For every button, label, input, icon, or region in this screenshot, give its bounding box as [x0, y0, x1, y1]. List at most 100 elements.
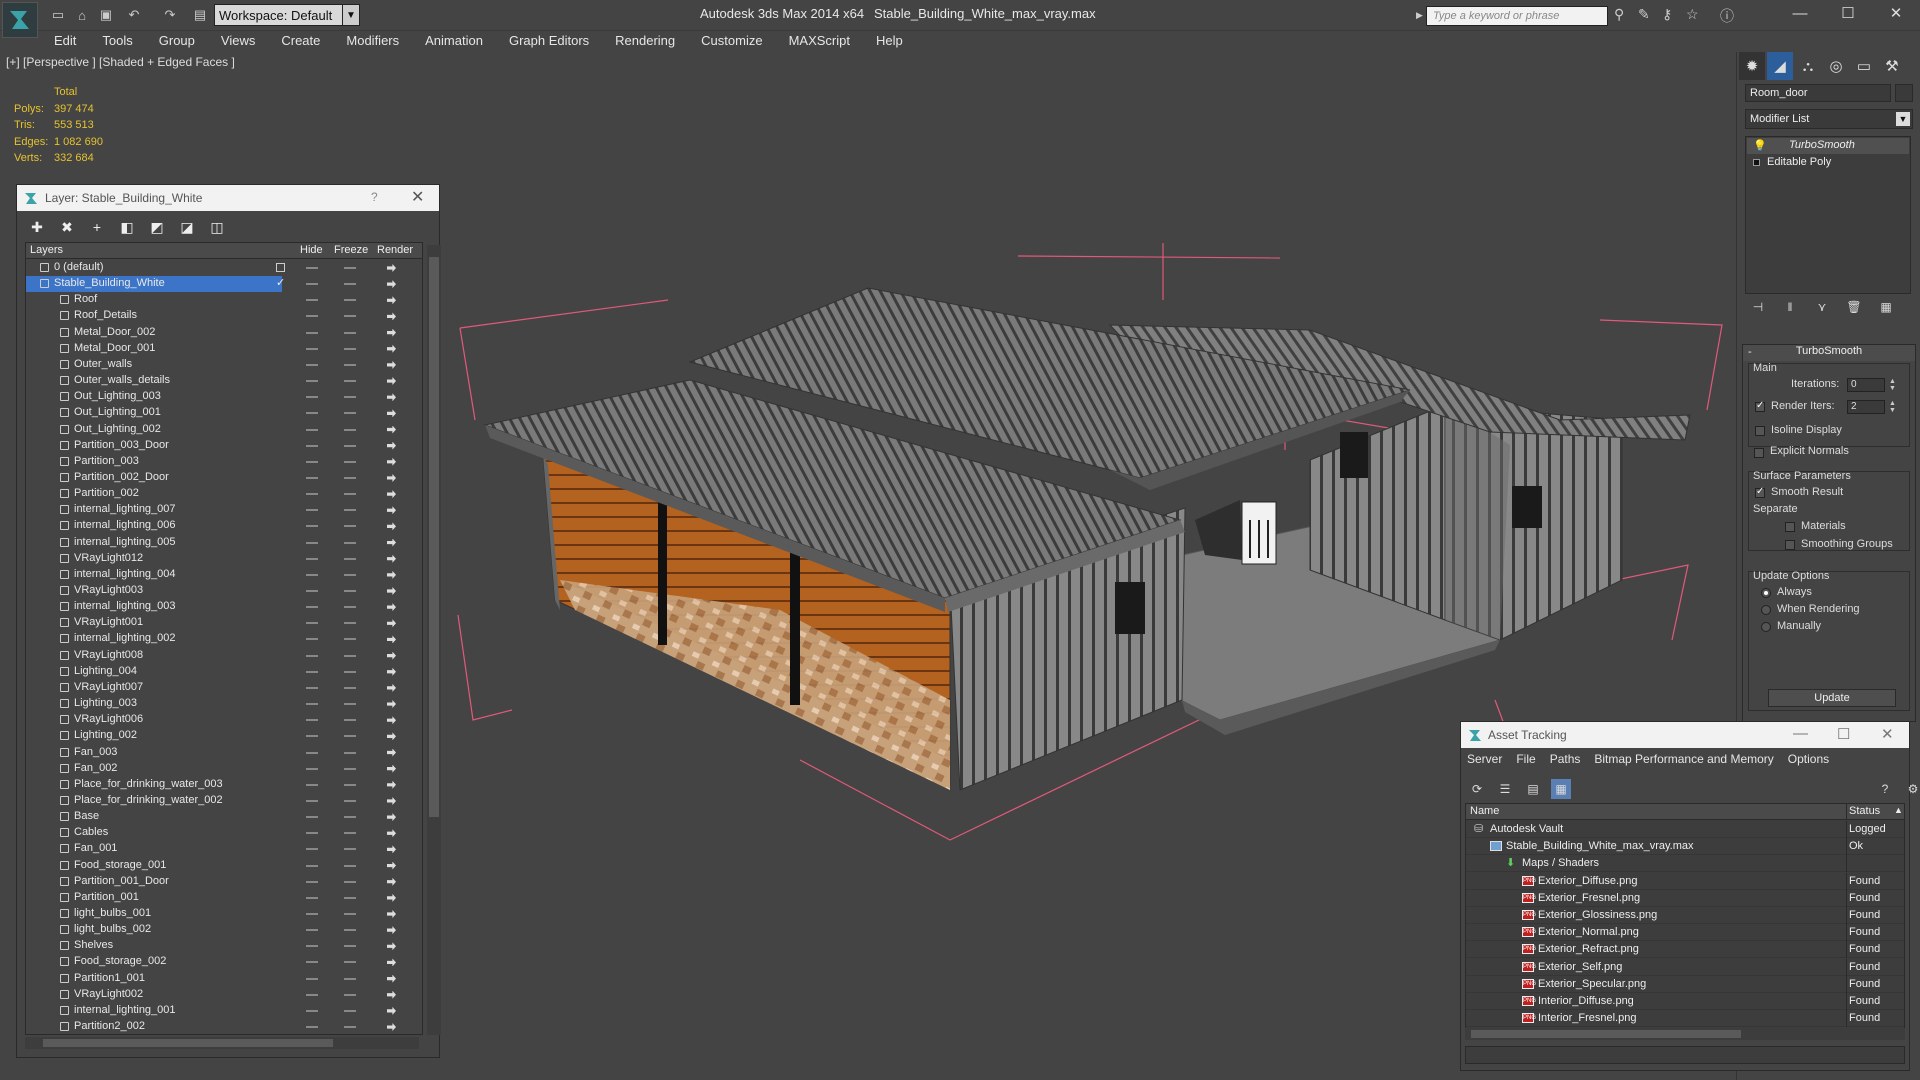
- hide-toggle[interactable]: [306, 380, 318, 383]
- freeze-toggle[interactable]: [344, 509, 356, 512]
- maximize-icon[interactable]: ☐: [1837, 725, 1850, 743]
- scrollbar-thumb[interactable]: [43, 1039, 333, 1047]
- when-rendering-radio[interactable]: [1761, 605, 1771, 615]
- menu-bitmap-performance[interactable]: Bitmap Performance and Memory: [1594, 752, 1773, 766]
- menu-views[interactable]: Views: [207, 31, 267, 51]
- layer-row[interactable]: Out_Lighting_003: [26, 389, 422, 405]
- asset-row[interactable]: PNG Exterior_Self.png Found: [1466, 958, 1904, 976]
- hide-toggle[interactable]: [306, 557, 318, 560]
- freeze-toggle[interactable]: [344, 315, 356, 318]
- asset-row[interactable]: PNG Exterior_Refract.png Found: [1466, 941, 1904, 959]
- hide-toggle[interactable]: [306, 525, 318, 528]
- render-teapot-icon[interactable]: [387, 425, 396, 434]
- freeze-toggle[interactable]: [344, 638, 356, 641]
- render-teapot-icon[interactable]: [387, 667, 396, 676]
- render-teapot-icon[interactable]: [387, 360, 396, 369]
- show-end-result-icon[interactable]: ‖: [1781, 298, 1799, 316]
- freeze-toggle[interactable]: [344, 299, 356, 302]
- render-teapot-icon[interactable]: [387, 926, 396, 935]
- hide-all-icon[interactable]: ◪: [177, 217, 197, 237]
- settings-icon[interactable]: ⚙: [1903, 779, 1920, 799]
- hide-toggle[interactable]: [306, 929, 318, 932]
- hide-toggle[interactable]: [306, 703, 318, 706]
- col-name[interactable]: Name: [1470, 805, 1499, 817]
- hide-toggle[interactable]: [306, 977, 318, 980]
- hide-toggle[interactable]: [306, 799, 318, 802]
- freeze-toggle[interactable]: [344, 331, 356, 334]
- smooth-result-checkbox[interactable]: [1755, 486, 1765, 498]
- chevron-down-icon[interactable]: ▼: [342, 4, 360, 26]
- render-teapot-icon[interactable]: [387, 813, 396, 822]
- stack-item-turbosmooth[interactable]: 💡 TurboSmooth: [1747, 138, 1909, 154]
- render-teapot-icon[interactable]: [387, 522, 396, 531]
- communication-center-icon[interactable]: ✎: [1638, 6, 1650, 23]
- render-teapot-icon[interactable]: [387, 264, 396, 272]
- layer-row[interactable]: internal_lighting_004: [26, 567, 422, 583]
- layer-row[interactable]: Roof: [26, 292, 422, 308]
- hide-toggle[interactable]: [306, 347, 318, 350]
- render-iters-checkbox[interactable]: [1755, 400, 1765, 412]
- freeze-toggle[interactable]: [344, 428, 356, 431]
- layer-row[interactable]: Roof_Details: [26, 308, 422, 324]
- layer-row[interactable]: Fan_003: [26, 745, 422, 761]
- render-teapot-icon[interactable]: [387, 700, 396, 709]
- workspace-dropdown[interactable]: Workspace: Default: [214, 4, 360, 26]
- layer-row[interactable]: VRayLight012: [26, 551, 422, 567]
- asset-row[interactable]: PNG Interior_Fresnel.png Found: [1466, 1010, 1904, 1028]
- freeze-toggle[interactable]: [344, 622, 356, 625]
- make-unique-icon[interactable]: ⋎: [1813, 298, 1831, 316]
- freeze-toggle[interactable]: [344, 880, 356, 883]
- render-teapot-icon[interactable]: [387, 780, 396, 789]
- redo-icon[interactable]: ↷: [160, 5, 180, 25]
- layer-row[interactable]: Fan_002: [26, 761, 422, 777]
- layer-row[interactable]: Partition_002_Door: [26, 470, 422, 486]
- chevron-up-icon[interactable]: ▲: [1894, 805, 1903, 815]
- render-teapot-icon[interactable]: [387, 893, 396, 902]
- freeze-toggle[interactable]: [344, 412, 356, 415]
- menu-help[interactable]: Help: [862, 31, 915, 51]
- freeze-toggle[interactable]: [344, 832, 356, 835]
- hide-toggle[interactable]: [306, 573, 318, 576]
- freeze-toggle[interactable]: [344, 590, 356, 592]
- hide-toggle[interactable]: [306, 848, 318, 851]
- layer-list[interactable]: Layers Hide Freeze Render 0 (default) Sta…: [25, 242, 423, 1035]
- manually-radio[interactable]: [1761, 622, 1771, 632]
- freeze-toggle[interactable]: [344, 363, 356, 366]
- favorites-star-icon[interactable]: ☆: [1686, 6, 1699, 23]
- chevron-down-icon[interactable]: ▼: [1896, 112, 1910, 126]
- menu-edit[interactable]: Edit: [40, 31, 88, 51]
- asset-row[interactable]: PNG Exterior_Diffuse.png Found: [1466, 872, 1904, 890]
- layer-row[interactable]: Partition_002: [26, 486, 422, 502]
- hide-toggle[interactable]: [306, 509, 318, 512]
- layer-row[interactable]: VRayLight007: [26, 680, 422, 696]
- layer-row[interactable]: light_bulbs_002: [26, 922, 422, 938]
- render-teapot-icon[interactable]: [387, 716, 396, 725]
- render-teapot-icon[interactable]: [387, 748, 396, 757]
- freeze-toggle[interactable]: [344, 557, 356, 560]
- menu-paths[interactable]: Paths: [1550, 752, 1581, 766]
- render-teapot-icon[interactable]: [387, 328, 396, 337]
- col-hide[interactable]: Hide: [300, 244, 323, 256]
- layer-row[interactable]: Place_for_drinking_water_003: [26, 777, 422, 793]
- freeze-toggle[interactable]: [344, 799, 356, 802]
- menu-group[interactable]: Group: [145, 31, 207, 51]
- hide-toggle[interactable]: [306, 961, 318, 964]
- layer-row[interactable]: internal_lighting_006: [26, 518, 422, 534]
- freeze-toggle[interactable]: [344, 525, 356, 528]
- hide-toggle[interactable]: [306, 363, 318, 366]
- add-to-layer-icon[interactable]: +: [87, 217, 107, 237]
- render-teapot-icon[interactable]: [387, 280, 396, 289]
- maximize-icon[interactable]: ☐: [1826, 0, 1870, 26]
- freeze-toggle[interactable]: [344, 380, 356, 383]
- smoothing-groups-checkbox[interactable]: [1785, 540, 1795, 550]
- spinner-arrows-icon[interactable]: ▲ ▼: [1889, 400, 1896, 414]
- hide-toggle[interactable]: [306, 816, 318, 819]
- delete-layer-icon[interactable]: ✖: [57, 217, 77, 237]
- help-icon[interactable]: ⓘ: [1720, 6, 1734, 26]
- render-teapot-icon[interactable]: [387, 845, 396, 854]
- render-teapot-icon[interactable]: [387, 603, 396, 612]
- layer-row[interactable]: Outer_walls_details: [26, 373, 422, 389]
- freeze-toggle[interactable]: [344, 573, 356, 576]
- pin-stack-icon[interactable]: ⊣: [1749, 298, 1767, 316]
- layer-row[interactable]: Food_storage_002: [26, 954, 422, 970]
